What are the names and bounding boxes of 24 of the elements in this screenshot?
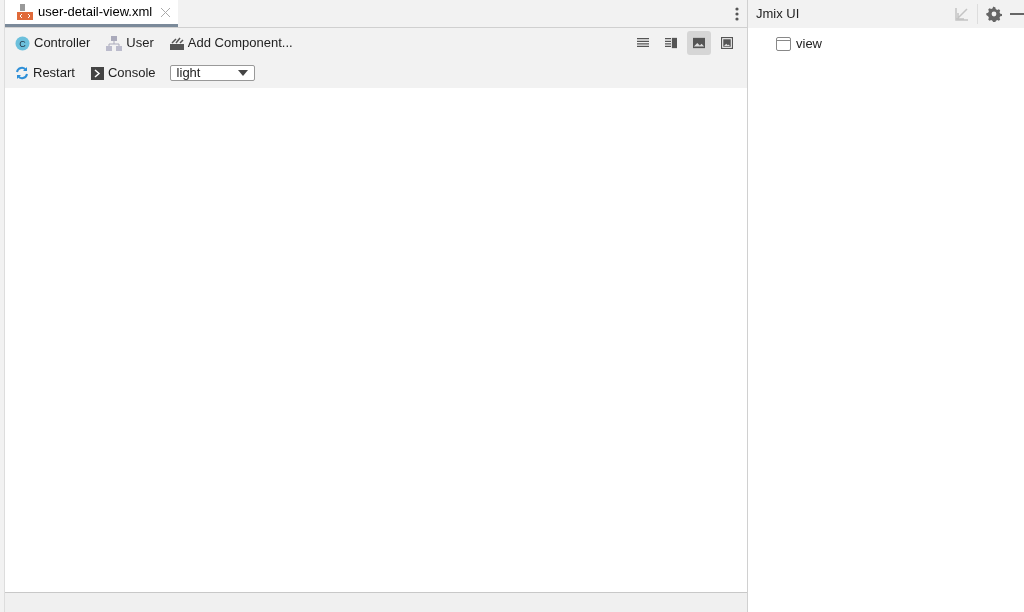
file-tab[interactable]: user-detail-view.xml xyxy=(5,0,179,27)
split-view-icon xyxy=(665,37,677,49)
view-mode-button[interactable] xyxy=(687,31,711,55)
framed-image-icon xyxy=(721,35,733,51)
dropdown-arrow-icon xyxy=(237,70,248,76)
toolbar-button[interactable]: Add Component... xyxy=(167,33,295,53)
theme-dropdown[interactable]: light xyxy=(169,65,255,81)
more-options-icon[interactable] xyxy=(735,6,739,21)
window-icon xyxy=(776,36,791,51)
refresh-icon xyxy=(15,66,29,80)
console-button[interactable]: Console xyxy=(88,63,158,83)
image-icon xyxy=(693,37,705,49)
text-view-icon xyxy=(637,37,649,49)
toolbar-button[interactable]: C Controller xyxy=(13,33,93,53)
tree-item[interactable]: view xyxy=(748,32,1024,56)
console-icon xyxy=(90,66,104,80)
hierarchy-icon xyxy=(106,35,123,51)
restart-button[interactable]: Restart xyxy=(13,63,77,83)
xml-file-icon xyxy=(17,4,33,20)
settings-icon[interactable] xyxy=(986,6,1002,22)
class-icon: C xyxy=(15,35,30,51)
toolbar-button[interactable]: User xyxy=(104,33,156,53)
add-component-icon xyxy=(169,36,184,50)
panel-title: Jmix UI xyxy=(756,5,800,24)
